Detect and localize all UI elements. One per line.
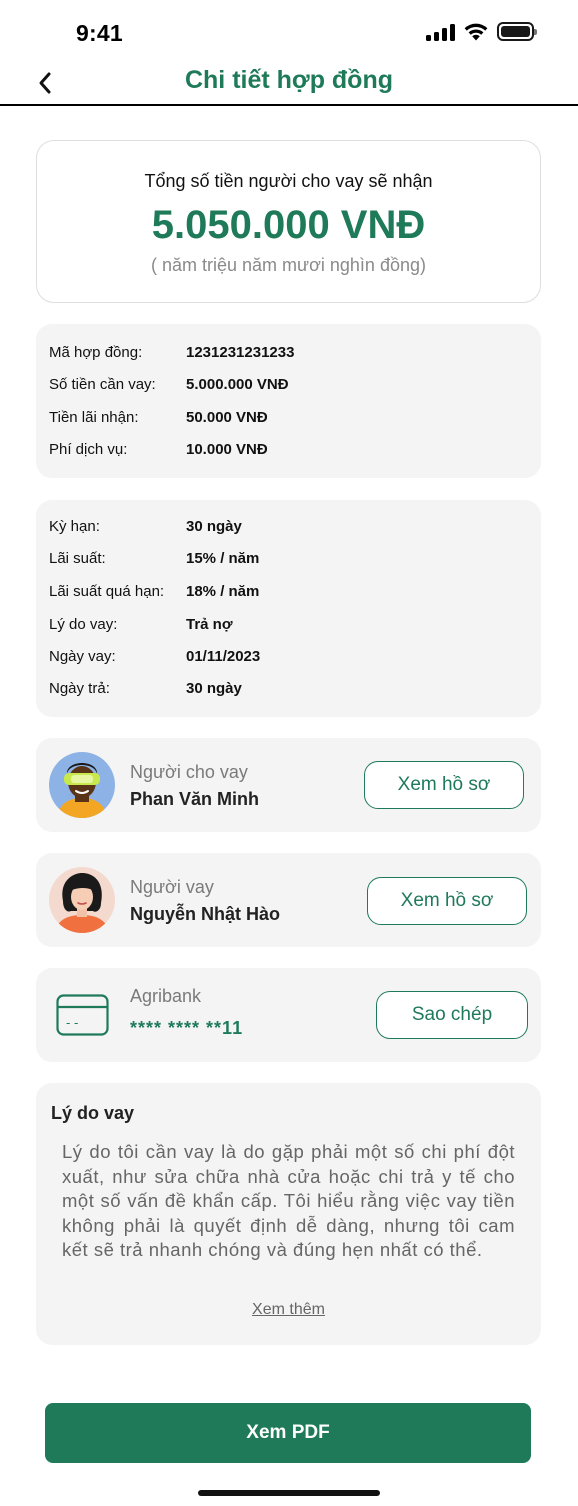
top-nav-bar: Chi tiết hợp đồng xyxy=(0,62,578,108)
bank-card-icon: - - xyxy=(56,994,109,1036)
view-borrower-profile-button[interactable]: Xem hồ sơ xyxy=(367,877,527,925)
copy-account-button[interactable]: Sao chép xyxy=(376,991,528,1039)
status-bar: 9:41 xyxy=(0,0,578,62)
battery-icon xyxy=(497,22,537,41)
info-row-service-fee: Phí dịch vụ: 10.000 VNĐ xyxy=(49,441,531,461)
info-row-loan-reason: Lý do vay: Trả nợ xyxy=(49,616,531,636)
info-label: Lãi suất quá hạn: xyxy=(49,583,165,600)
info-row-interest-rate: Lãi suất: 15% / năm xyxy=(49,550,531,570)
total-receive-amount: 5.050.000 VNĐ xyxy=(151,203,426,247)
view-lender-profile-button[interactable]: Xem hồ sơ xyxy=(364,761,524,809)
loan-reason-text: Lý do tôi cần vay là do gặp phải một số … xyxy=(62,1141,515,1260)
borrower-role-label: Người vay xyxy=(130,877,214,897)
loan-reason-title: Lý do vay xyxy=(51,1103,135,1123)
bank-account-number: **** **** **11 xyxy=(130,1018,244,1038)
lender-role-label: Người cho vay xyxy=(130,762,248,782)
lender-card: Người cho vay Phan Văn Minh Xem hồ sơ xyxy=(36,738,541,832)
info-label: Số tiền cần vay: xyxy=(49,376,156,393)
contract-info-card: Mã hợp đồng: 1231231231233 Số tiền cần v… xyxy=(36,324,541,478)
loan-terms-card: Kỳ hạn: 30 ngày Lãi suất: 15% / năm Lãi … xyxy=(36,500,541,717)
info-label: Kỳ hạn: xyxy=(49,518,100,535)
status-time: 9:41 xyxy=(76,20,123,46)
info-label: Phí dịch vụ: xyxy=(49,441,128,458)
total-receive-label: Tổng số tiền người cho vay sẽ nhận xyxy=(144,171,433,191)
view-pdf-button[interactable]: Xem PDF xyxy=(45,1403,531,1463)
info-label: Ngày trả: xyxy=(49,680,110,697)
info-row-repay-date: Ngày trả: 30 ngày xyxy=(49,680,531,700)
info-label: Tiền lãi nhận: xyxy=(49,409,139,426)
wifi-icon xyxy=(464,23,488,41)
signal-icon xyxy=(426,23,455,41)
header-divider xyxy=(0,104,578,106)
info-row-contract-id: Mã hợp đồng: 1231231231233 xyxy=(49,344,531,364)
lender-name: Phan Văn Minh xyxy=(130,789,260,809)
info-row-loan-date: Ngày vay: 01/11/2023 xyxy=(49,648,531,668)
info-label: Lý do vay: xyxy=(49,616,118,633)
info-value: 50.000 VNĐ xyxy=(186,409,268,426)
info-row-interest-received: Tiền lãi nhận: 50.000 VNĐ xyxy=(49,409,531,429)
info-row-term: Kỳ hạn: 30 ngày xyxy=(49,518,531,538)
lender-avatar xyxy=(49,752,115,818)
info-label: Mã hợp đồng: xyxy=(49,344,143,361)
loan-reason-card: Lý do vay Lý do tôi cần vay là do gặp ph… xyxy=(36,1083,541,1345)
info-value: 5.000.000 VNĐ xyxy=(186,376,289,393)
info-value: 01/11/2023 xyxy=(186,648,261,665)
info-value: 10.000 VNĐ xyxy=(186,441,268,458)
info-label: Lãi suất: xyxy=(49,550,106,567)
status-icons xyxy=(426,22,537,41)
info-value: 1231231231233 xyxy=(186,344,295,361)
page-title: Chi tiết hợp đồng xyxy=(184,66,393,94)
bank-name: Agribank xyxy=(130,986,202,1006)
info-row-loan-amount: Số tiền cần vay: 5.000.000 VNĐ xyxy=(49,376,531,396)
read-more-wrapper: Xem thêm xyxy=(36,1301,541,1319)
total-receive-card: Tổng số tiền người cho vay sẽ nhận 5.050… xyxy=(36,140,541,303)
info-value: 15% / năm xyxy=(186,550,260,567)
borrower-card: Người vay Nguyễn Nhật Hào Xem hồ sơ xyxy=(36,853,541,947)
info-value: 30 ngày xyxy=(186,518,242,535)
borrower-name: Nguyễn Nhật Hào xyxy=(130,904,281,924)
borrower-avatar xyxy=(49,867,115,933)
home-indicator xyxy=(198,1490,380,1496)
total-amount-in-words: ( năm triệu năm mươi nghìn đồng) xyxy=(151,255,426,275)
info-row-overdue-rate: Lãi suất quá hạn: 18% / năm xyxy=(49,583,531,603)
card-chip-text: - - xyxy=(66,1015,78,1030)
bank-account-card: - - Agribank **** **** **11 Sao chép xyxy=(36,968,541,1062)
info-value: Trả nợ xyxy=(186,616,233,633)
read-more-link[interactable]: Xem thêm xyxy=(252,1301,325,1318)
contract-detail-screen: 9:41 Chi tiết hợp đồng Tổng số tiền ngườ… xyxy=(0,0,578,1506)
info-value: 30 ngày xyxy=(186,680,242,697)
info-label: Ngày vay: xyxy=(49,648,116,665)
info-value: 18% / năm xyxy=(186,583,260,600)
